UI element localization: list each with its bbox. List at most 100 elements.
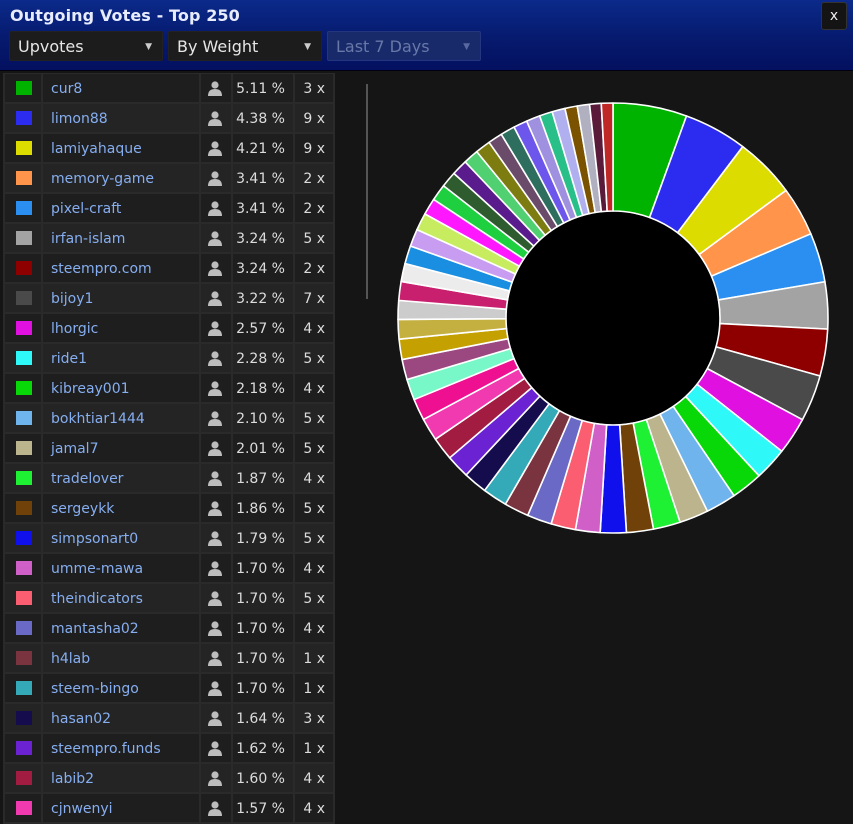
voter-name-link[interactable]: bokhtiar1444 [51, 404, 145, 434]
voter-name-link[interactable]: tradelover [51, 464, 123, 494]
scrollbar-track[interactable] [366, 84, 368, 299]
user-icon[interactable] [207, 350, 223, 366]
vote-count: 4 x [303, 621, 325, 637]
voter-name-link[interactable]: steem-bingo [51, 674, 139, 704]
voter-name-link[interactable]: steempro.funds [51, 734, 161, 764]
user-icon[interactable] [207, 680, 223, 696]
list-item[interactable]: bijoy1 3.22 % 7 x [3, 283, 335, 313]
list-item[interactable]: cjnwenyi 1.57 % 4 x [3, 793, 335, 823]
list-item[interactable]: bokhtiar1444 2.10 % 5 x [3, 403, 335, 433]
count-cell: 4 x [295, 794, 333, 822]
color-swatch [16, 411, 32, 425]
list-item[interactable]: kibreay001 2.18 % 4 x [3, 373, 335, 403]
percent-cell: 4.21 % [233, 134, 293, 162]
user-icon[interactable] [207, 380, 223, 396]
count-cell: 1 x [295, 734, 333, 762]
list-item[interactable]: umme-mawa 1.70 % 4 x [3, 553, 335, 583]
list-item[interactable]: lamiyahaque 4.21 % 9 x [3, 133, 335, 163]
list-item[interactable]: memory-game 3.41 % 2 x [3, 163, 335, 193]
user-icon[interactable] [207, 740, 223, 756]
voter-name-link[interactable]: simpsonart0 [51, 524, 138, 554]
voter-name-link[interactable]: ride1 [51, 344, 87, 374]
list-item[interactable]: ride1 2.28 % 5 x [3, 343, 335, 373]
user-icon[interactable] [207, 500, 223, 516]
list-item[interactable]: theindicators 1.70 % 5 x [3, 583, 335, 613]
count-cell: 1 x [295, 674, 333, 702]
user-icon[interactable] [207, 230, 223, 246]
swatch-cell [5, 224, 41, 252]
list-item[interactable]: hasan02 1.64 % 3 x [3, 703, 335, 733]
voter-name-link[interactable]: bijoy1 [51, 284, 93, 314]
vote-type-dropdown[interactable]: Upvotes ▼ [9, 31, 163, 61]
user-icon[interactable] [207, 260, 223, 276]
user-icon[interactable] [207, 770, 223, 786]
voter-list[interactable]: cur8 5.11 % 3 x limon88 4.38 % 9 x lamiyahaque… [3, 73, 335, 824]
user-icon[interactable] [207, 590, 223, 606]
percent-cell: 3.24 % [233, 224, 293, 252]
voter-name-link[interactable]: cjnwenyi [51, 794, 113, 824]
list-item[interactable]: tradelover 1.87 % 4 x [3, 463, 335, 493]
voter-name-link[interactable]: labib2 [51, 764, 94, 794]
user-icon[interactable] [207, 800, 223, 816]
user-icon[interactable] [207, 440, 223, 456]
user-icon[interactable] [207, 290, 223, 306]
vote-percent: 1.60 % [236, 771, 285, 787]
voter-name-link[interactable]: kibreay001 [51, 374, 130, 404]
list-item[interactable]: jamal7 2.01 % 5 x [3, 433, 335, 463]
list-item[interactable]: cur8 5.11 % 3 x [3, 73, 335, 103]
user-icon[interactable] [207, 110, 223, 126]
voter-name-link[interactable]: memory-game [51, 164, 154, 194]
list-item[interactable]: irfan-islam 3.24 % 5 x [3, 223, 335, 253]
voter-name-link[interactable]: steempro.com [51, 254, 152, 284]
vote-count: 9 x [303, 141, 325, 157]
sort-dropdown[interactable]: By Weight ▼ [168, 31, 322, 61]
list-item[interactable]: steempro.com 3.24 % 2 x [3, 253, 335, 283]
user-icon[interactable] [207, 200, 223, 216]
user-icon[interactable] [207, 170, 223, 186]
user-icon[interactable] [207, 620, 223, 636]
list-item[interactable]: steempro.funds 1.62 % 1 x [3, 733, 335, 763]
voter-name-link[interactable]: theindicators [51, 584, 143, 614]
voter-name-link[interactable]: pixel-craft [51, 194, 121, 224]
user-icon[interactable] [207, 710, 223, 726]
voter-name-link[interactable]: lhorgic [51, 314, 98, 344]
list-item[interactable]: h4lab 1.70 % 1 x [3, 643, 335, 673]
color-swatch [16, 321, 32, 335]
user-icon[interactable] [207, 320, 223, 336]
list-item[interactable]: limon88 4.38 % 9 x [3, 103, 335, 133]
user-icon[interactable] [207, 650, 223, 666]
list-item[interactable]: lhorgic 2.57 % 4 x [3, 313, 335, 343]
list-item[interactable]: simpsonart0 1.79 % 5 x [3, 523, 335, 553]
voter-name-link[interactable]: lamiyahaque [51, 134, 142, 164]
window-title: Outgoing Votes - Top 250 [10, 6, 240, 25]
voter-name-link[interactable]: limon88 [51, 104, 108, 134]
voter-name-link[interactable]: hasan02 [51, 704, 111, 734]
user-icon[interactable] [207, 470, 223, 486]
list-item[interactable]: labib2 1.60 % 4 x [3, 763, 335, 793]
percent-cell: 1.70 % [233, 584, 293, 612]
user-icon[interactable] [207, 140, 223, 156]
voter-name-link[interactable]: h4lab [51, 644, 90, 674]
voter-name-link[interactable]: umme-mawa [51, 554, 143, 584]
list-item[interactable]: mantasha02 1.70 % 4 x [3, 613, 335, 643]
profile-cell [201, 734, 231, 762]
list-item[interactable]: steem-bingo 1.70 % 1 x [3, 673, 335, 703]
name-cell: ride1 [43, 344, 199, 372]
swatch-cell [5, 164, 41, 192]
voter-name-link[interactable]: sergeykk [51, 494, 114, 524]
voter-name-link[interactable]: cur8 [51, 74, 82, 104]
voter-name-link[interactable]: irfan-islam [51, 224, 125, 254]
close-button[interactable]: x [821, 2, 847, 30]
voter-name-link[interactable]: mantasha02 [51, 614, 139, 644]
count-cell: 5 x [295, 404, 333, 432]
user-icon[interactable] [207, 560, 223, 576]
percent-cell: 2.18 % [233, 374, 293, 402]
voter-name-link[interactable]: jamal7 [51, 434, 98, 464]
user-icon[interactable] [207, 80, 223, 96]
list-item[interactable]: sergeykk 1.86 % 5 x [3, 493, 335, 523]
list-item[interactable]: pixel-craft 3.41 % 2 x [3, 193, 335, 223]
swatch-cell [5, 254, 41, 282]
vote-percent: 1.70 % [236, 621, 285, 637]
user-icon[interactable] [207, 530, 223, 546]
user-icon[interactable] [207, 410, 223, 426]
